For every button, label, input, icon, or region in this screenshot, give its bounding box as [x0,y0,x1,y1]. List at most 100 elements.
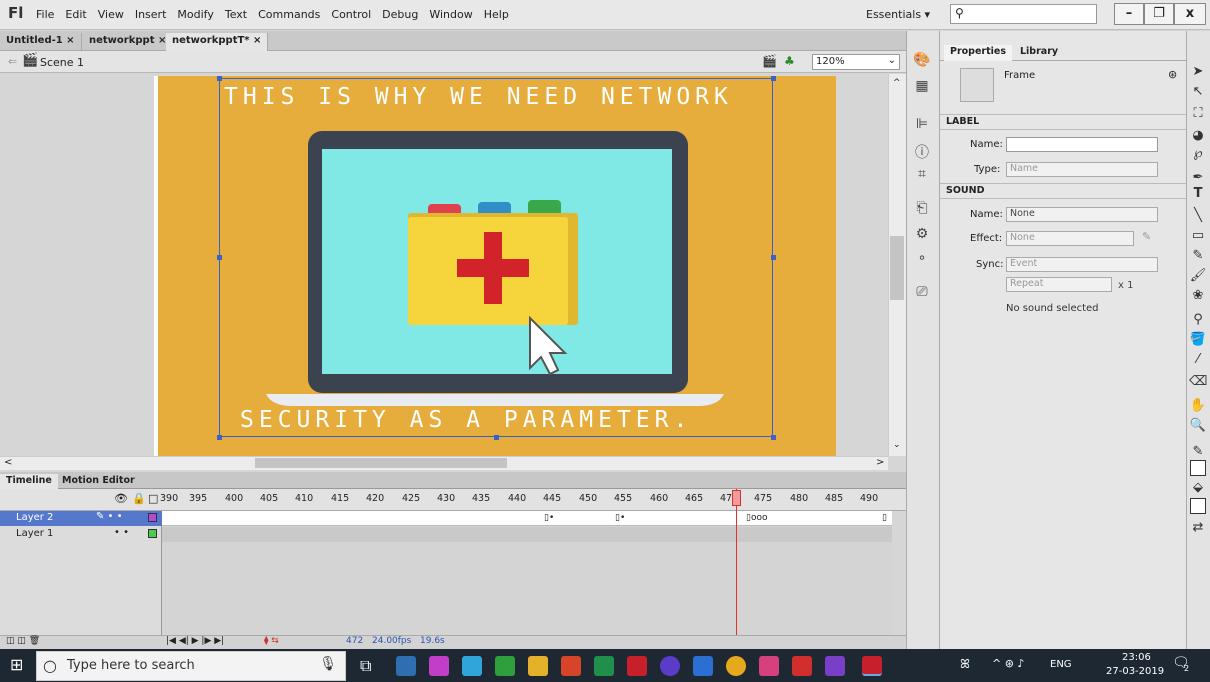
zoom-select[interactable]: 120% ⌄ [812,54,900,70]
help-icon[interactable]: ⊛ [1168,68,1177,81]
horizontal-scroll-thumb[interactable] [255,458,507,468]
scroll-left-icon[interactable]: < [4,457,12,468]
edit-symbol-icon[interactable]: ♣ [784,54,795,68]
windows-start-icon[interactable]: ⊞ [10,655,23,674]
code-snippets-icon[interactable]: ⎗ [912,200,932,220]
tab-timeline[interactable]: Timeline [0,474,58,489]
tab-networkppt[interactable]: networkppt × [83,33,174,51]
flash-active-app-icon[interactable] [862,656,882,676]
fill-color-icon[interactable]: ⬙ [1189,480,1207,498]
components-icon[interactable]: ⚙ [912,226,932,246]
flash-app-icon[interactable] [627,656,647,676]
workspace-switcher[interactable]: Essentials ▾ [866,8,930,21]
info-icon[interactable]: ⓘ [912,142,932,162]
vertical-scroll-thumb[interactable] [890,236,904,300]
swatches-icon[interactable]: ▦ [912,78,932,98]
align-icon[interactable]: ⊫ [912,116,932,136]
menu-file[interactable]: File [36,8,54,21]
selection-handle[interactable] [217,76,222,81]
app-icon[interactable] [429,656,449,676]
menu-modify[interactable]: Modify [177,8,213,21]
edge-app-icon[interactable] [396,656,416,676]
language-indicator[interactable]: ENG [1050,659,1072,670]
taskbar-search-input[interactable]: ○ Type here to search 🎙 [36,651,346,681]
label-section[interactable]: LABEL [940,114,1186,130]
sound-section[interactable]: SOUND [940,183,1186,199]
history-icon[interactable]: ⎚ [912,284,932,304]
tab-properties[interactable]: Properties [944,45,1012,61]
file-explorer-icon[interactable] [528,656,548,676]
lock-icon[interactable]: 🔒 [132,492,146,505]
swap-colors-icon[interactable]: ⇄ [1189,520,1207,538]
3d-rotation-tool-icon[interactable]: ◕ [1189,128,1207,146]
minimize-button[interactable]: – [1114,3,1144,25]
tab-motion-editor[interactable]: Motion Editor [56,474,141,489]
frame-row-layer-1[interactable] [162,527,892,542]
menu-window[interactable]: Window [429,8,472,21]
menu-help[interactable]: Help [484,8,509,21]
selection-handle[interactable] [771,255,776,260]
bone-tool-icon[interactable]: ⚲ [1189,312,1207,330]
sync-select[interactable]: Event [1006,257,1158,272]
acrobat-icon[interactable] [792,656,812,676]
tray-icons[interactable]: ^ ⊛ ♪ [992,657,1024,670]
onion-skin-icon[interactable]: ⧫ ⇆ [264,636,279,646]
app-icon[interactable] [594,656,614,676]
layer-row-layer-1[interactable]: Layer 1 • • [0,527,162,542]
zoom-tool-icon[interactable]: 🔍 [1189,418,1207,436]
menu-commands[interactable]: Commands [258,8,320,21]
microphone-icon[interactable]: 🎙 [319,656,337,672]
eyedropper-tool-icon[interactable]: ⁄ [1189,352,1207,370]
app-icon[interactable] [660,656,680,676]
menu-view[interactable]: View [98,8,124,21]
current-frame[interactable]: 472 [346,636,363,646]
keyframe-marker[interactable]: ▯• [615,513,625,523]
scroll-right-icon[interactable]: > [876,457,884,468]
new-layer-icon[interactable]: ◫ ◫ 🗑 [6,636,40,646]
app-icon[interactable] [561,656,581,676]
stroke-swatch[interactable] [1190,460,1206,476]
frame-rate[interactable]: 24.00fps [372,636,411,646]
menu-edit[interactable]: Edit [65,8,86,21]
outline-icon[interactable]: □ [148,492,158,505]
repeat-count[interactable]: x 1 [1118,280,1133,291]
tab-networkpptT[interactable]: networkpptT* × [166,33,269,51]
line-tool-icon[interactable]: ╲ [1189,208,1207,226]
app-icon[interactable] [462,656,482,676]
app-icon[interactable] [495,656,515,676]
effect-select[interactable]: None [1006,231,1134,246]
menu-text[interactable]: Text [225,8,247,21]
paint-bucket-tool-icon[interactable]: 🪣 [1189,332,1207,350]
scroll-down-icon[interactable]: ⌄ [893,440,901,450]
back-arrow-icon[interactable]: ⇐ [8,55,17,68]
tab-untitled-1[interactable]: Untitled-1 × [0,33,82,51]
pencil-tool-icon[interactable]: ✎ [1189,248,1207,266]
close-button[interactable]: x [1174,3,1206,25]
keyframe-marker[interactable]: ▯ [882,513,887,523]
color-icon[interactable]: 🎨 [912,52,932,72]
eraser-tool-icon[interactable]: ⌫ [1189,374,1207,392]
frame-ruler[interactable]: 👁 🔒 □ 390 395 400 405 410 415 420 425 43… [0,489,906,511]
menu-insert[interactable]: Insert [135,8,167,21]
frame-name-input[interactable] [1006,137,1158,152]
playhead-line[interactable] [736,489,737,637]
task-view-icon[interactable]: ⧉ [360,656,371,676]
app-icon[interactable] [693,656,713,676]
edit-scene-icon[interactable]: 🎬 [762,54,777,68]
people-icon[interactable]: ꕤ [960,657,970,672]
text-tool-icon[interactable]: T [1189,186,1207,204]
layer-color-swatch[interactable] [148,529,157,538]
rectangle-tool-icon[interactable]: ▭ [1189,228,1207,246]
selection-box[interactable] [219,78,773,437]
tab-library[interactable]: Library [1014,45,1064,61]
edit-envelope-icon[interactable]: ✎ [1142,230,1151,243]
fill-swatch[interactable] [1190,498,1206,514]
layer-color-swatch[interactable] [148,513,157,522]
clock-date[interactable]: 27-03-2019 [1106,666,1164,677]
selection-handle[interactable] [494,435,499,440]
hand-tool-icon[interactable]: ✋ [1189,398,1207,416]
type-select[interactable]: Name [1006,162,1158,177]
frame-row-layer-2[interactable] [162,511,892,526]
lasso-tool-icon[interactable]: ℘ [1189,146,1207,164]
playhead-handle[interactable] [732,490,741,506]
